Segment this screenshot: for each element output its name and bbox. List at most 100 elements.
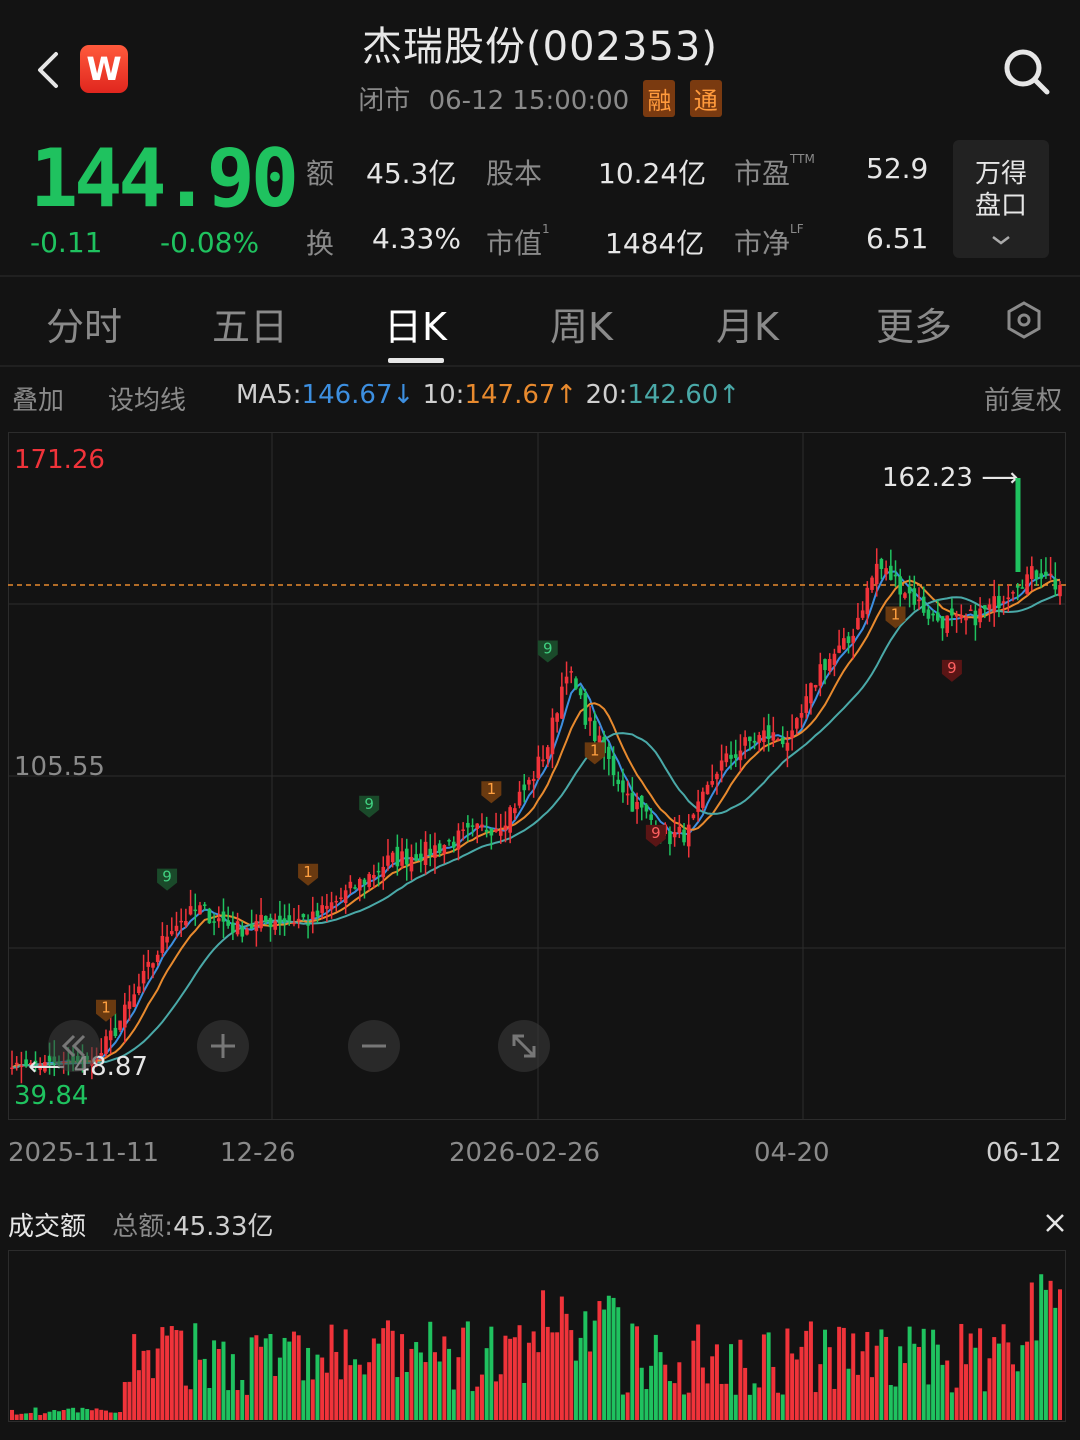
candle-body (1039, 573, 1044, 579)
candle-body (433, 845, 437, 858)
market-status-line: 闭市 06-12 15:00:00 融 通 (0, 80, 1080, 117)
candle-body (353, 887, 357, 889)
candle-body (968, 609, 973, 612)
volume-bar (686, 1392, 691, 1420)
volume-bar (489, 1326, 494, 1420)
settings-icon[interactable] (1004, 300, 1044, 340)
volume-bar (287, 1341, 292, 1420)
candle-body (193, 909, 198, 912)
search-icon[interactable] (1000, 45, 1052, 97)
volume-chart[interactable] (8, 1250, 1066, 1422)
candle-body (367, 874, 371, 888)
candle-body (522, 784, 527, 791)
candle-body (874, 563, 879, 585)
volume-bar (658, 1352, 663, 1420)
volume-bar (639, 1367, 644, 1420)
zoom-out-button[interactable] (348, 1020, 400, 1072)
volume-bar (230, 1354, 235, 1420)
volume-bar (71, 1407, 76, 1420)
candle-body (541, 759, 545, 762)
candle-body (1034, 570, 1039, 580)
adjust-mode-button[interactable]: 前复权 (984, 380, 1062, 417)
volume-bar (150, 1378, 155, 1420)
volume-bar (475, 1386, 480, 1420)
volume-bar (428, 1321, 433, 1420)
candle-body (950, 608, 954, 616)
candle-body (456, 830, 461, 850)
candle-body (287, 915, 292, 921)
candle-body (719, 760, 724, 771)
candle-body (480, 824, 484, 828)
tab-monthly-k[interactable]: 月K (716, 296, 779, 351)
volume-bar (917, 1346, 922, 1420)
candle-body (428, 848, 433, 856)
candle-body (461, 829, 465, 831)
overlay-button[interactable]: 叠加 (12, 380, 64, 417)
candle-body (832, 653, 837, 665)
volume-bar (268, 1333, 273, 1420)
tab-weekly-k[interactable]: 周K (550, 296, 613, 351)
volume-bar (216, 1348, 221, 1420)
candle-body (451, 841, 456, 848)
volume-bar (362, 1374, 367, 1420)
volume-bar (522, 1382, 527, 1420)
volume-bar (733, 1394, 738, 1420)
tab-intraday[interactable]: 分时 (46, 296, 122, 351)
volume-bar (414, 1342, 419, 1420)
scroll-left-button[interactable] (48, 1020, 100, 1072)
volume-bar (244, 1394, 249, 1420)
volume-total-label: 总额 (112, 1212, 165, 1242)
ma20-value: 142.60 (627, 380, 719, 410)
volume-bar (555, 1332, 560, 1420)
volume-bar (992, 1337, 997, 1420)
kline-chart[interactable]: 19 19191919 171.26105.5539.84162.23 ⟶⟵ 48… (8, 432, 1066, 1120)
tab-more[interactable]: 更多 (876, 296, 952, 351)
quote-datetime: 06-12 15:00:00 (428, 86, 630, 116)
candle-body (503, 825, 508, 831)
candle-body (437, 843, 442, 853)
candle-body (1048, 573, 1053, 576)
candle-body (315, 910, 320, 917)
candle-body (964, 617, 968, 621)
candle-body (785, 742, 790, 751)
signal-marker-label: 9 (543, 639, 553, 657)
volume-bar (827, 1347, 832, 1420)
order-book-button[interactable]: 万得 盘口 (953, 140, 1049, 258)
candle-body (959, 615, 964, 619)
candle-body (997, 595, 1001, 609)
candle-body (400, 851, 404, 866)
candle-body (686, 824, 691, 847)
volume-bar (1001, 1324, 1006, 1420)
set-ma-button[interactable]: 设均线 (108, 380, 186, 417)
candle-body (339, 897, 343, 900)
volume-bar (197, 1359, 202, 1420)
candle-body (259, 914, 263, 929)
volume-bar (823, 1329, 828, 1420)
volume-bar (743, 1367, 748, 1420)
volume-bar (235, 1390, 240, 1420)
volume-bar (1020, 1345, 1025, 1420)
order-book-label-2: 盘口 (974, 191, 1027, 221)
volume-bar (588, 1351, 593, 1420)
candle-body (790, 730, 794, 739)
candle-body (630, 792, 635, 812)
candle-body (207, 908, 212, 924)
candle-body (592, 720, 597, 742)
fullscreen-button[interactable] (498, 1020, 550, 1072)
volume-bar (752, 1383, 757, 1420)
zoom-in-button[interactable] (197, 1020, 249, 1072)
candle-body (174, 925, 179, 932)
volume-bar (968, 1333, 973, 1420)
candle-body (466, 822, 470, 828)
volume-bar (183, 1385, 188, 1420)
candle-body (823, 659, 827, 671)
tab-five-day[interactable]: 五日 (212, 296, 288, 351)
close-icon[interactable] (1040, 1208, 1070, 1238)
tab-daily-k[interactable]: 日K (384, 296, 447, 351)
candle-body (884, 568, 888, 575)
candle-body (696, 801, 700, 812)
candle-body (795, 718, 799, 729)
candle-body (917, 599, 921, 602)
volume-bar (447, 1348, 452, 1420)
market-cap-value: 1484亿 (605, 227, 705, 260)
